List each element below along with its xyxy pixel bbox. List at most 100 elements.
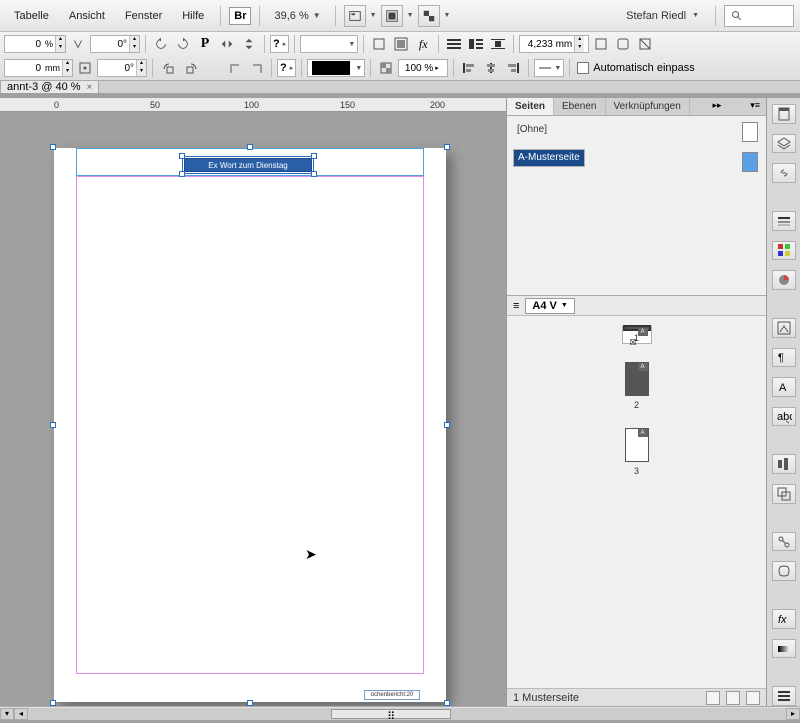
scale-field[interactable]: ▸ — [398, 59, 448, 77]
tab-links[interactable]: Verknüpfungen — [606, 98, 690, 115]
chevron-down-icon[interactable]: ▼ — [407, 12, 414, 19]
rotate-ccw-icon[interactable] — [151, 34, 171, 54]
edit-page-icon[interactable] — [706, 691, 720, 705]
flip-v-icon[interactable] — [239, 34, 259, 54]
chevron-down-icon[interactable]: ▼ — [370, 12, 377, 19]
bridge-button[interactable]: Br — [229, 7, 251, 25]
fit-frame-icon[interactable] — [391, 34, 411, 54]
paragraph-styles-dock-icon[interactable]: ¶ — [772, 348, 796, 368]
ref-point-icon[interactable] — [75, 58, 95, 78]
scroll-right-icon[interactable]: ▸ — [786, 708, 800, 720]
search-input[interactable] — [724, 5, 794, 27]
scroll-track[interactable]: ⠿ — [28, 708, 786, 720]
master-a[interactable]: A-Musterseite — [513, 149, 585, 167]
menu-help[interactable]: Hilfe — [174, 6, 212, 26]
scripts-dock-icon[interactable] — [772, 532, 796, 552]
rotate-cw-icon[interactable] — [173, 34, 193, 54]
masters-list[interactable]: [Ohne] A-Musterseite — [507, 116, 766, 296]
effects-dock-icon[interactable]: fx — [772, 609, 796, 629]
selection-handle[interactable] — [50, 144, 56, 150]
fit-content-icon[interactable] — [369, 34, 389, 54]
scroll-thumb[interactable]: ⠿ — [331, 709, 451, 719]
align-right-icon[interactable] — [503, 58, 523, 78]
tab-layers[interactable]: Ebenen — [554, 98, 605, 115]
scroll-left-icon[interactable]: ◂ — [14, 708, 28, 720]
wrap-bounding-icon[interactable] — [466, 34, 486, 54]
horizontal-scrollbar[interactable]: ▾ ◂ ⠿ ▸ — [0, 706, 800, 720]
selection-handle[interactable] — [444, 144, 450, 150]
scroll-start-icon[interactable]: ▾ — [0, 708, 14, 720]
height-field[interactable]: ▴▾ — [97, 59, 147, 77]
color-dock-icon[interactable] — [772, 270, 796, 290]
page-thumb-1[interactable]: A☒ 1 — [622, 326, 652, 344]
canvas[interactable]: 0 50 100 150 200 Ex Wort zum Dienstag oc… — [0, 98, 506, 706]
stroke-weight-field[interactable]: ▴▾ — [519, 35, 589, 53]
text-wrap-dock-icon[interactable] — [772, 686, 796, 706]
new-page-icon[interactable] — [726, 691, 740, 705]
arrange-icon[interactable] — [418, 5, 440, 27]
wrap-none-icon[interactable] — [444, 34, 464, 54]
page-thumb-2[interactable]: A 2 — [625, 362, 649, 410]
x-field[interactable]: %▴▾ — [4, 35, 66, 53]
stroke-style-select[interactable]: ▼ — [300, 35, 358, 53]
close-icon[interactable]: × — [87, 82, 93, 93]
select-next-icon[interactable] — [246, 58, 266, 78]
selection-handle[interactable] — [247, 144, 253, 150]
help-indicator[interactable]: ?▸ — [270, 35, 289, 53]
pathfinder-dock-icon[interactable] — [772, 484, 796, 504]
pages-dock-icon[interactable] — [772, 104, 796, 124]
page-thumbnails[interactable]: A☒ 1 A 2 A 3 — [507, 316, 766, 688]
chevron-down-icon[interactable]: ▼ — [444, 12, 451, 19]
help-indicator-2[interactable]: ?▸ — [277, 59, 296, 77]
autofit-checkbox[interactable]: Automatisch einpass — [575, 59, 697, 77]
rotate-90ccw-icon[interactable] — [158, 58, 178, 78]
text-frame-footer[interactable]: ochenbericht:20 — [364, 690, 420, 700]
menu-view[interactable]: Ansicht — [61, 6, 113, 26]
select-prev-icon[interactable] — [224, 58, 244, 78]
screen-mode-icon[interactable] — [381, 5, 403, 27]
fx-icon[interactable]: fx — [413, 34, 433, 54]
object-styles-dock-icon[interactable] — [772, 318, 796, 338]
y-field[interactable]: mm▴▾ — [4, 59, 73, 77]
paragraph-icon[interactable]: P — [195, 34, 215, 54]
corner-opt1-icon[interactable] — [591, 34, 611, 54]
zoom-level[interactable]: 39,6 % ▼ — [268, 8, 326, 24]
master-none-swatch[interactable] — [742, 122, 758, 142]
align-dock-icon[interactable] — [772, 454, 796, 474]
stroke-dock-icon[interactable] — [772, 211, 796, 231]
flip-h-icon[interactable] — [217, 34, 237, 54]
panel-collapse-icon[interactable]: ▸▸ — [706, 98, 727, 115]
character-styles-dock-icon[interactable]: A — [772, 377, 796, 397]
selection-handle[interactable] — [444, 422, 450, 428]
corner-opt2-icon[interactable] — [613, 34, 633, 54]
gradient-dock-icon[interactable] — [772, 639, 796, 659]
links-dock-icon[interactable] — [772, 163, 796, 183]
document-tab[interactable]: annt-3 @ 40 % × — [0, 80, 99, 93]
constrain-icon[interactable] — [68, 34, 88, 54]
end-start-select[interactable]: ▼ — [534, 59, 564, 77]
swatches-dock-icon[interactable] — [772, 241, 796, 261]
trash-icon[interactable] — [746, 691, 760, 705]
corner-opt3-icon[interactable] — [635, 34, 655, 54]
align-center-icon[interactable] — [481, 58, 501, 78]
view-options-icon[interactable] — [344, 5, 366, 27]
wrap-shape-icon[interactable] — [488, 34, 508, 54]
menu-table[interactable]: Tabelle — [6, 6, 57, 26]
panel-menu-icon[interactable]: ▾≡ — [744, 98, 766, 115]
layers-dock-icon[interactable] — [772, 134, 796, 154]
page-size-menu-icon[interactable]: ≡ — [513, 300, 519, 312]
stroke-select[interactable]: ▼ — [307, 59, 365, 77]
menu-window[interactable]: Fenster — [117, 6, 170, 26]
glyphs-dock-icon[interactable]: abc — [772, 407, 796, 427]
page-thumb-3[interactable]: A 3 — [625, 428, 649, 476]
rotate-90cw-icon[interactable] — [180, 58, 200, 78]
user-menu[interactable]: Stefan Riedl ▼ — [618, 6, 707, 26]
align-left-icon[interactable] — [459, 58, 479, 78]
master-a-swatch[interactable] — [742, 152, 758, 172]
preflight-dock-icon[interactable] — [772, 561, 796, 581]
width-field[interactable]: ▴▾ — [90, 35, 140, 53]
master-none[interactable]: [Ohne] — [513, 122, 760, 137]
tab-pages[interactable]: Seiten — [507, 98, 554, 115]
selection-handle[interactable] — [50, 422, 56, 428]
page-size-select[interactable]: A4 V ▼ — [525, 298, 574, 314]
